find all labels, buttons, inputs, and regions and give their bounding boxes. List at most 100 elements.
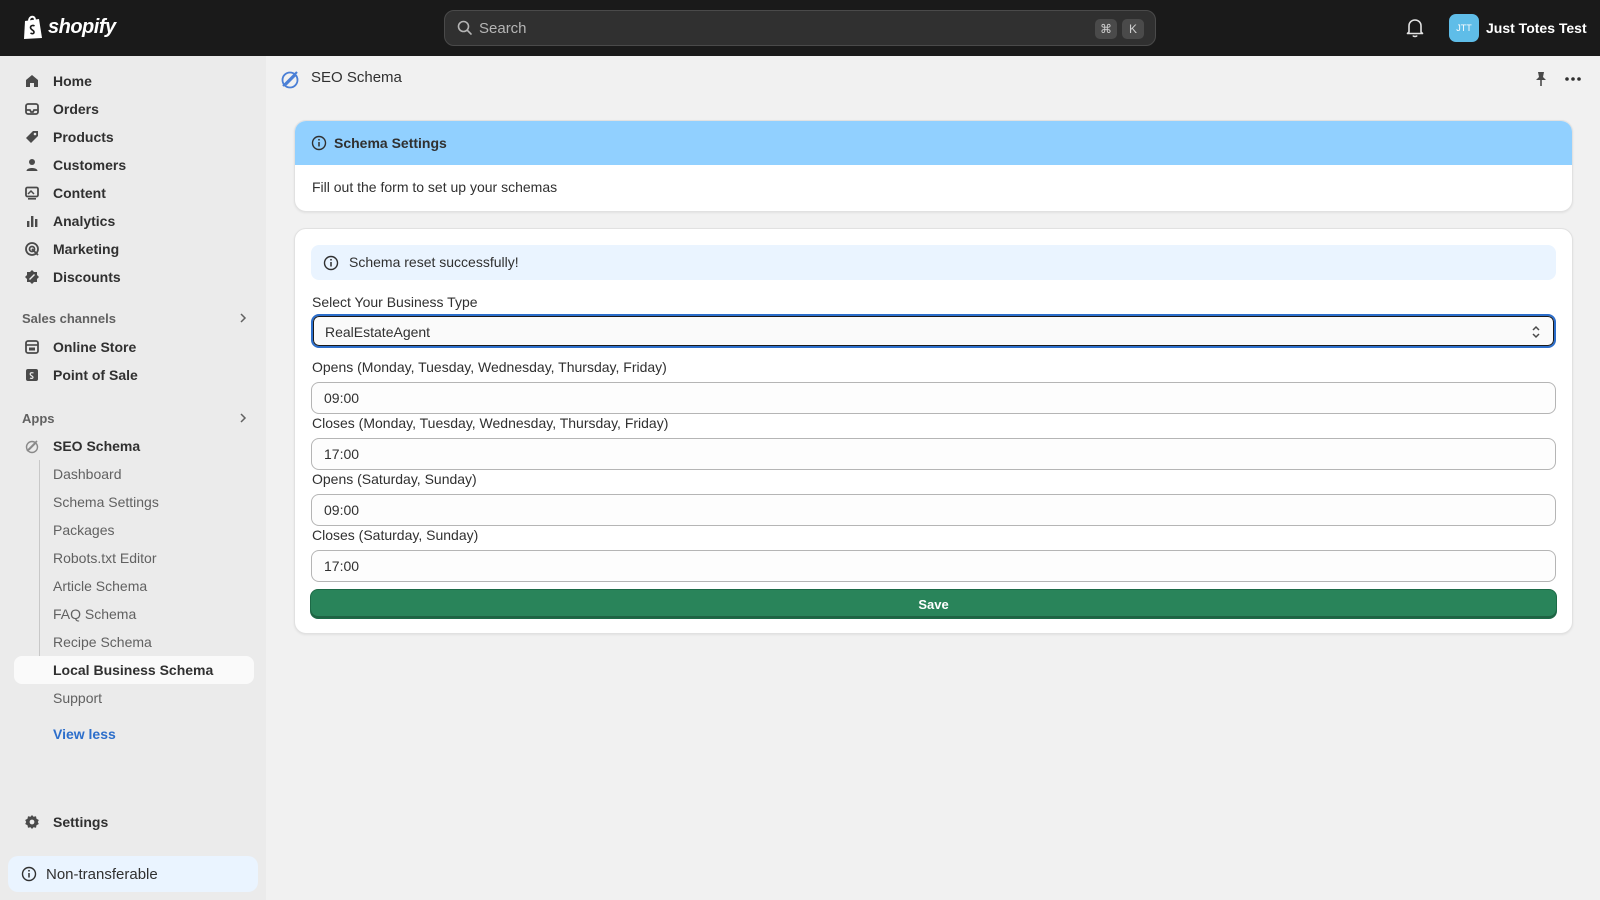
shopify-bag-icon [24,15,42,39]
search-input[interactable] [479,11,1039,45]
pin-icon[interactable] [1534,71,1548,87]
shopify-logo[interactable]: shopify [22,14,116,40]
weekend-opens-input[interactable] [311,494,1556,526]
sub-item-article-schema[interactable]: Article Schema [14,572,254,600]
sidebar-item-label: Marketing [53,241,120,257]
weekday-opens-label: Opens (Monday, Tuesday, Wednesday, Thurs… [312,359,667,375]
weekday-opens-input[interactable] [311,382,1556,414]
search-bar[interactable]: ⌘ K [444,10,1156,46]
sub-item-label: Local Business Schema [53,662,214,678]
search-icon [457,20,472,35]
sidebar-item-label: Content [53,185,106,201]
sidebar-item-point-of-sale[interactable]: Point of Sale [14,361,254,389]
shortcut-cmd-key: ⌘ [1095,19,1117,39]
non-transferable-label: Non-transferable [46,866,158,883]
view-less-link[interactable]: View less [53,726,116,742]
top-bar: shopify ⌘ K JTT Just Totes Test [0,0,1600,56]
pos-icon [26,369,38,381]
card-title: Schema Settings [334,135,447,151]
sub-item-label: Recipe Schema [53,634,152,650]
sub-item-label: Robots.txt Editor [53,550,157,566]
seo-schema-app-icon [25,440,39,454]
sidebar-item-label: Online Store [53,339,137,355]
store-name: Just Totes Test [1486,20,1587,36]
sidebar-item-online-store[interactable]: Online Store [14,333,254,361]
gear-icon [25,815,39,829]
sidebar-item-label: Discounts [53,269,121,285]
sub-item-label: FAQ Schema [53,606,137,622]
chevron-right-icon [240,413,247,423]
logo-text: shopify [48,15,116,38]
section-label: Apps [22,410,55,426]
sidebar-item-settings[interactable]: Settings [14,808,254,836]
store-icon [25,340,39,354]
sub-item-robots-editor[interactable]: Robots.txt Editor [14,544,254,572]
shortcut-k-key: K [1122,19,1144,39]
non-transferable-badge[interactable]: Non-transferable [8,856,258,892]
card-description: Fill out the form to set up your schemas [312,179,558,195]
avatar: JTT [1449,14,1479,42]
sidebar-item-marketing[interactable]: Marketing [14,235,254,263]
sidebar-item-label: Customers [53,157,127,173]
person-icon [26,159,38,171]
app-title-bar: SEO Schema [266,56,1600,100]
sidebar-item-label: Settings [53,814,109,830]
weekend-closes-input[interactable] [311,550,1556,582]
tag-icon [26,131,38,143]
sub-item-faq-schema[interactable]: FAQ Schema [14,600,254,628]
sidebar-item-analytics[interactable]: Analytics [14,207,254,235]
card-header: Schema Settings [295,121,1572,165]
local-business-form-card: Schema reset successfully! Select Your B… [294,228,1573,634]
business-type-label: Select Your Business Type [312,294,478,310]
sidebar-item-label: Orders [53,101,99,117]
sidebar-item-customers[interactable]: Customers [14,151,254,179]
bar-chart-icon [27,216,38,227]
sidebar-item-label: Home [53,73,92,89]
orders-icon [25,103,39,115]
sidebar-item-home[interactable]: Home [14,67,254,95]
sub-item-schema-settings[interactable]: Schema Settings [14,488,254,516]
content-icon [25,186,39,200]
weekday-closes-input[interactable] [311,438,1556,470]
sub-item-label: Support [53,690,103,706]
schema-settings-card: Schema Settings Fill out the form to set… [294,120,1573,212]
sub-item-recipe-schema[interactable]: Recipe Schema [14,628,254,656]
info-icon [21,866,37,882]
banner-message: Schema reset successfully! [349,254,519,270]
sidebar-item-orders[interactable]: Orders [14,95,254,123]
page-title: SEO Schema [311,69,402,86]
sidebar-item-discounts[interactable]: Discounts [14,263,254,291]
target-icon [25,242,39,256]
sidebar-item-label: SEO Schema [53,438,141,454]
info-icon [323,255,339,271]
sub-item-local-business-schema[interactable]: Local Business Schema [14,656,254,684]
sales-channels-header[interactable]: Sales channels [22,308,248,328]
sidebar-item-label: Products [53,129,114,145]
sidebar-item-label: Analytics [53,213,116,229]
sub-item-label: Dashboard [53,466,122,482]
chevron-right-icon [240,313,247,323]
sidebar-item-label: Point of Sale [53,367,138,383]
more-options-icon[interactable] [1564,76,1582,82]
bell-icon[interactable] [1406,18,1424,38]
sub-item-label: Schema Settings [53,494,159,510]
sub-item-packages[interactable]: Packages [14,516,254,544]
business-type-select[interactable]: RealEstateAgent [311,314,1556,348]
save-button[interactable]: Save [311,590,1556,618]
select-value: RealEstateAgent [325,324,431,340]
seo-schema-app-icon [281,71,299,89]
chevron-up-down-icon [1532,325,1540,339]
sub-item-label: Packages [53,522,115,538]
sub-item-support[interactable]: Support [14,684,254,712]
sub-item-label: Article Schema [53,578,148,594]
home-icon [26,75,38,87]
weekend-closes-label: Closes (Saturday, Sunday) [312,527,479,543]
sidebar-item-seo-schema[interactable]: SEO Schema [14,432,254,460]
sidebar-item-products[interactable]: Products [14,123,254,151]
apps-header[interactable]: Apps [22,408,248,428]
account-menu[interactable]: JTT Just Totes Test [1449,14,1587,42]
info-icon [311,135,327,151]
sidebar-item-content[interactable]: Content [14,179,254,207]
success-banner: Schema reset successfully! [311,245,1556,280]
sub-item-dashboard[interactable]: Dashboard [14,460,254,488]
